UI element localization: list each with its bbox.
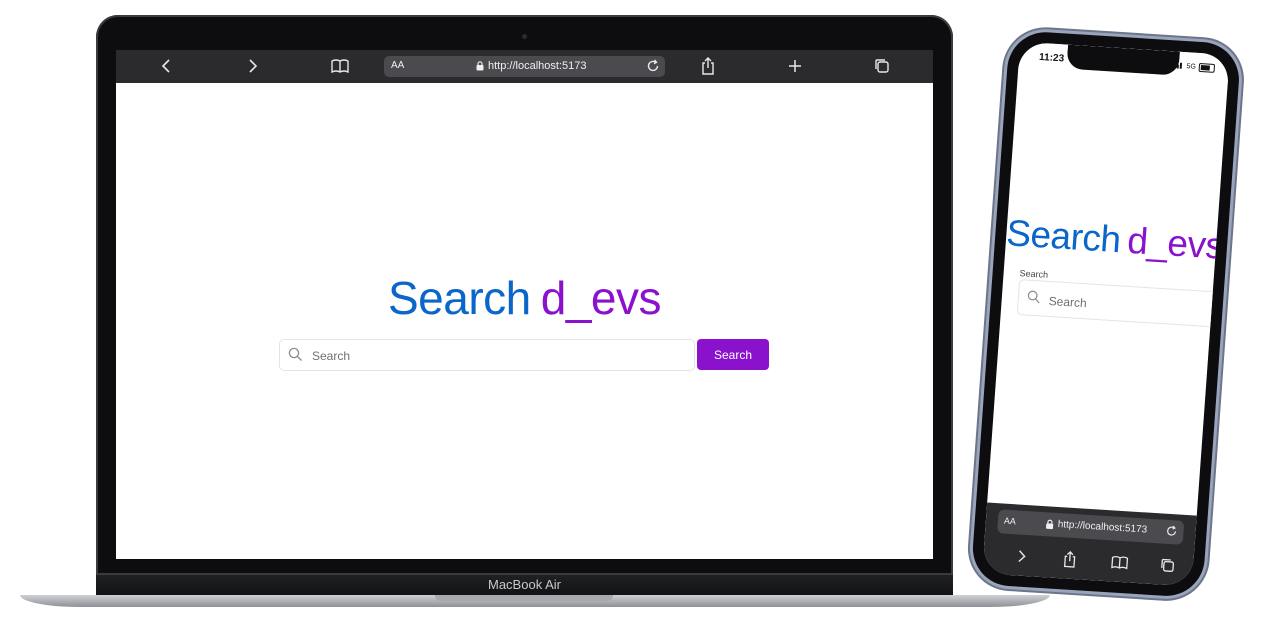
battery-icon xyxy=(1198,62,1216,73)
phone-search-input[interactable] xyxy=(1046,290,1202,321)
search-input[interactable] xyxy=(310,345,684,367)
phone-search-label: Search xyxy=(1019,268,1049,280)
search-icon xyxy=(288,347,303,367)
phone-nav-bar xyxy=(983,540,1194,579)
reload-icon[interactable] xyxy=(645,58,661,77)
status-indicators: 5G xyxy=(1173,61,1216,73)
phone-search-icon xyxy=(1026,290,1041,310)
phone-address-url: http://localhost:5173 xyxy=(1057,518,1148,536)
phone-browser-toolbar: AA http://localhost:5173 xyxy=(982,502,1197,587)
search-field[interactable] xyxy=(279,339,695,371)
phone-text-size-button[interactable]: AA xyxy=(1004,516,1017,527)
new-tab-icon[interactable] xyxy=(785,56,805,76)
address-bar[interactable]: AA http://localhost:5173 xyxy=(384,56,665,77)
laptop-model-label: MacBook Air xyxy=(488,577,561,592)
address-url: http://localhost:5173 xyxy=(488,60,587,72)
phone-address-bar[interactable]: AA http://localhost:5173 xyxy=(996,509,1185,545)
text-size-button[interactable]: AA xyxy=(391,60,404,71)
phone-bookmarks-icon[interactable] xyxy=(1109,551,1130,572)
status-time: 11:23 xyxy=(1038,51,1065,65)
phone-lock-icon xyxy=(1045,519,1054,532)
signal-icon xyxy=(1173,61,1184,71)
forward-icon[interactable] xyxy=(243,56,263,76)
network-label: 5G xyxy=(1186,63,1197,71)
logo-devs-text: d_evs xyxy=(540,272,662,324)
phone-logo-devs-text: d_evs xyxy=(1126,219,1226,267)
browser-toolbar: AA http://localhost:5173 xyxy=(116,50,933,83)
tabs-icon[interactable] xyxy=(872,56,892,76)
laptop-screen: AA http://localhost:5173 Search d_evs Se… xyxy=(116,50,933,559)
share-icon[interactable] xyxy=(698,56,718,76)
phone-forward-icon[interactable] xyxy=(1011,545,1032,566)
camera-icon xyxy=(522,34,527,39)
phone-tabs-icon[interactable] xyxy=(1156,554,1177,575)
laptop-notch xyxy=(435,595,613,601)
search-form: Search xyxy=(279,339,769,371)
site-logo: Search d_evs xyxy=(116,272,933,324)
back-icon[interactable] xyxy=(156,56,176,76)
phone-device: 11:23 5G Searchd_evs Search AA xyxy=(970,30,1267,600)
bookmarks-icon[interactable] xyxy=(330,56,350,76)
logo-search-text: Search xyxy=(388,272,531,324)
phone-site-logo: Search d_evs xyxy=(1005,212,1225,267)
phone-share-icon[interactable] xyxy=(1059,548,1080,569)
phone-search-field[interactable] xyxy=(1016,279,1230,329)
lock-icon xyxy=(476,61,484,74)
phone-reload-icon[interactable] xyxy=(1164,524,1179,542)
phone-screen: 11:23 5G Searchd_evs Search AA xyxy=(982,41,1230,587)
phone-logo-search-text: Search xyxy=(1005,212,1122,261)
search-button[interactable]: Search xyxy=(697,339,769,370)
